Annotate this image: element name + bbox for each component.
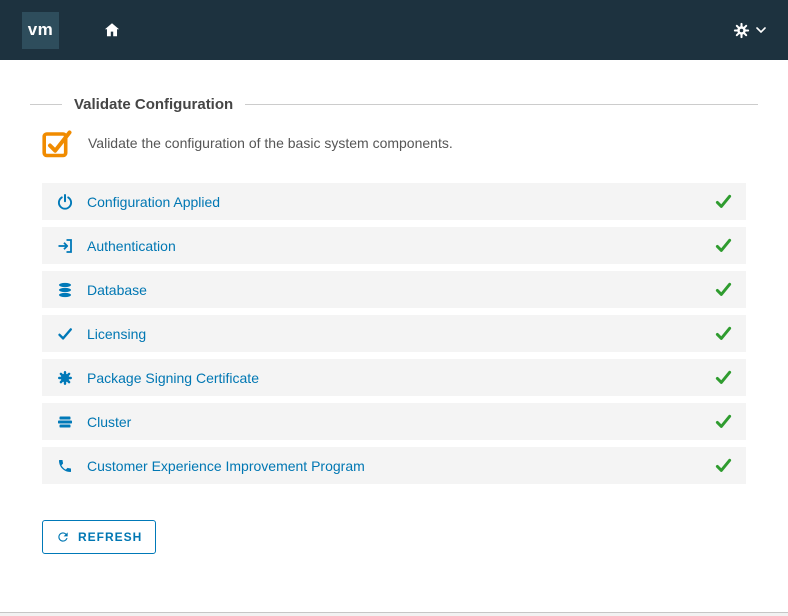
check-label[interactable]: Licensing	[87, 326, 146, 342]
home-icon	[103, 21, 121, 39]
check-row: Cluster	[42, 403, 746, 440]
phone-icon	[56, 457, 74, 475]
footer-divider	[0, 612, 788, 616]
home-button[interactable]	[103, 21, 121, 39]
title-rule-right	[245, 104, 758, 105]
check-label[interactable]: Package Signing Certificate	[87, 370, 259, 386]
orange-checkbox-icon	[42, 128, 72, 158]
chevron-down-icon	[756, 27, 766, 33]
refresh-button-label: REFRESH	[78, 530, 143, 544]
check-label[interactable]: Authentication	[87, 238, 176, 254]
success-check-icon	[715, 369, 732, 386]
success-check-icon	[715, 193, 732, 210]
certificate-icon	[56, 369, 74, 387]
success-check-icon	[715, 237, 732, 254]
power-icon	[56, 193, 74, 211]
title-rule-left	[30, 104, 62, 105]
success-check-icon	[715, 325, 732, 342]
check-row: Database	[42, 271, 746, 308]
success-check-icon	[715, 457, 732, 474]
login-icon	[56, 237, 74, 255]
gear-icon	[733, 22, 750, 39]
cluster-icon	[56, 413, 74, 431]
vmware-logo[interactable]: vm	[22, 11, 59, 49]
check-row: Licensing	[42, 315, 746, 352]
database-icon	[56, 281, 74, 299]
refresh-icon	[56, 530, 70, 544]
success-check-icon	[715, 413, 732, 430]
check-row: Authentication	[42, 227, 746, 264]
section-header: Validate Configuration	[30, 96, 758, 113]
check-label[interactable]: Configuration Applied	[87, 194, 220, 210]
check-icon	[56, 325, 74, 343]
check-label[interactable]: Customer Experience Improvement Program	[87, 458, 365, 474]
settings-menu-button[interactable]	[733, 22, 750, 39]
check-label[interactable]: Database	[87, 282, 147, 298]
refresh-button[interactable]: REFRESH	[42, 520, 157, 554]
description-row: Validate the configuration of the basic …	[42, 128, 746, 158]
check-row: Customer Experience Improvement Program	[42, 447, 746, 484]
check-label[interactable]: Cluster	[87, 414, 131, 430]
success-check-icon	[715, 281, 732, 298]
check-list: Configuration Applied Authentication Dat…	[42, 183, 746, 484]
check-row: Configuration Applied	[42, 183, 746, 220]
page-description: Validate the configuration of the basic …	[88, 135, 453, 151]
check-row: Package Signing Certificate	[42, 359, 746, 396]
page-title: Validate Configuration	[74, 96, 234, 113]
top-nav: vm	[0, 0, 788, 60]
